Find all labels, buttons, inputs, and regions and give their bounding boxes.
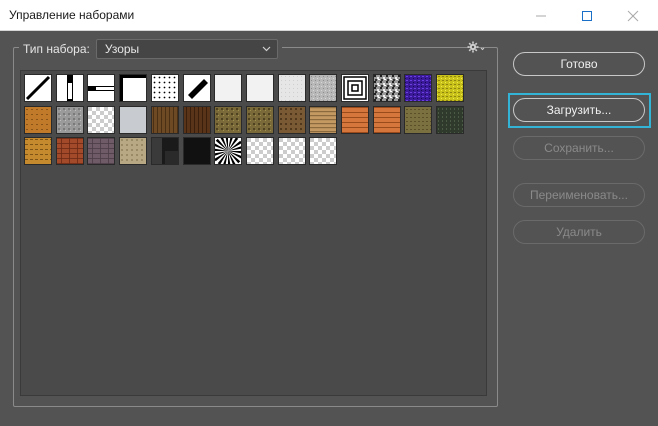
pattern-swatch[interactable] — [24, 105, 52, 134]
pattern-swatch[interactable] — [277, 137, 306, 166]
pattern-swatch[interactable] — [150, 74, 179, 102]
minimize-button[interactable] — [518, 0, 564, 31]
pattern-swatch[interactable] — [87, 105, 116, 134]
preset-type-value: Узоры — [104, 42, 140, 56]
pattern-swatch[interactable] — [55, 105, 84, 134]
close-button[interactable] — [610, 0, 656, 31]
delete-button[interactable]: Удалить — [513, 220, 645, 244]
pattern-swatch[interactable] — [55, 137, 84, 166]
window-title: Управление наборами — [9, 8, 135, 22]
pattern-swatch[interactable] — [119, 105, 148, 134]
pattern-swatch[interactable] — [182, 137, 211, 166]
pattern-swatch[interactable] — [341, 74, 369, 102]
save-button[interactable]: Сохранить... — [513, 136, 645, 160]
pattern-swatch[interactable] — [309, 137, 338, 166]
pattern-swatch[interactable] — [214, 137, 243, 166]
pattern-swatch[interactable] — [245, 74, 274, 102]
pattern-swatch[interactable] — [372, 105, 401, 134]
pattern-swatch[interactable] — [182, 74, 211, 102]
pattern-swatch[interactable] — [55, 74, 84, 102]
maximize-icon — [582, 10, 592, 21]
gear-icon — [467, 41, 485, 53]
gear-menu-button[interactable] — [466, 40, 486, 54]
pattern-swatch[interactable] — [87, 137, 116, 166]
pattern-grid — [20, 70, 487, 396]
pattern-swatch[interactable] — [245, 137, 274, 166]
pattern-swatch[interactable] — [436, 105, 465, 134]
title-bar: Управление наборами — [0, 0, 658, 31]
pattern-swatch[interactable] — [182, 105, 211, 134]
preset-type-select[interactable]: Узоры — [95, 39, 278, 59]
pattern-swatch[interactable] — [309, 74, 338, 102]
pattern-swatch[interactable] — [24, 137, 52, 166]
pattern-swatch[interactable] — [277, 105, 306, 134]
pattern-swatch[interactable] — [245, 105, 274, 134]
pattern-swatch[interactable] — [150, 105, 179, 134]
pattern-swatch[interactable] — [214, 74, 243, 102]
pattern-swatch[interactable] — [214, 105, 243, 134]
pattern-swatch[interactable] — [119, 74, 148, 102]
pattern-swatch[interactable] — [309, 105, 338, 134]
close-icon — [627, 10, 639, 21]
done-button[interactable]: Готово — [513, 52, 645, 76]
load-button[interactable]: Загрузить... — [513, 98, 645, 122]
pattern-swatch[interactable] — [277, 74, 306, 102]
pattern-swatch[interactable] — [119, 137, 148, 166]
maximize-button[interactable] — [564, 0, 610, 31]
pattern-swatch[interactable] — [404, 105, 433, 134]
pattern-swatch[interactable] — [87, 74, 116, 102]
pattern-swatch[interactable] — [372, 74, 401, 102]
rename-button[interactable]: Переименовать... — [513, 183, 645, 207]
pattern-swatch[interactable] — [436, 74, 465, 102]
chevron-down-icon — [262, 40, 271, 65]
minimize-icon — [536, 15, 546, 16]
pattern-swatch[interactable] — [150, 137, 179, 166]
preset-type-label: Тип набора: — [23, 42, 90, 56]
pattern-swatch[interactable] — [341, 105, 369, 134]
pattern-swatch[interactable] — [24, 74, 52, 102]
pattern-swatch[interactable] — [404, 74, 433, 102]
preset-type-row: Тип набора: Узоры — [19, 38, 282, 60]
